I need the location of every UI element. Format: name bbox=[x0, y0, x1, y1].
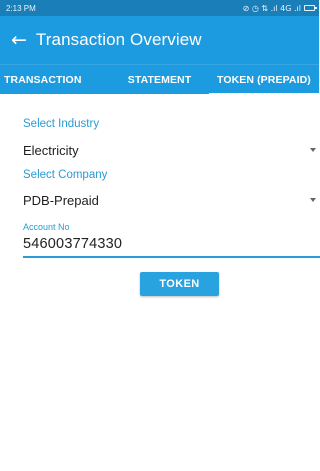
tab-statement[interactable]: STATEMENT bbox=[110, 65, 209, 95]
account-label: Account No bbox=[23, 222, 70, 232]
page-title: Transaction Overview bbox=[35, 30, 202, 49]
industry-value: Electricity bbox=[23, 142, 79, 158]
token-button[interactable]: TOKEN bbox=[140, 272, 219, 296]
company-value: PDB-Prepaid bbox=[23, 192, 99, 208]
dropdown-arrow-icon bbox=[310, 148, 316, 152]
dropdown-arrow-icon bbox=[310, 198, 316, 202]
company-select[interactable]: PDB-Prepaid bbox=[23, 187, 320, 213]
tab-bar: TRANSACTION STATEMENT TOKEN (PREPAID) bbox=[0, 64, 319, 95]
account-input-underline bbox=[23, 256, 320, 258]
tab-token-prepaid[interactable]: TOKEN (PREPAID) bbox=[209, 65, 319, 95]
battery-icon bbox=[304, 5, 317, 11]
industry-select[interactable]: Electricity bbox=[23, 137, 320, 163]
status-indicators: ⊘ ◷ ⇅ .ıl 4G .ıl bbox=[242, 3, 301, 13]
arrow-left-icon[interactable]: ← bbox=[11, 30, 27, 50]
status-bar: 2:13 PM ⊘ ◷ ⇅ .ıl 4G .ıl bbox=[0, 0, 319, 16]
industry-label: Select Industry bbox=[23, 118, 100, 130]
status-time: 2:13 PM bbox=[6, 3, 36, 13]
company-label: Select Company bbox=[23, 169, 108, 181]
tab-transaction[interactable]: TRANSACTION bbox=[0, 65, 110, 95]
status-icons: ⊘ ◷ ⇅ .ıl 4G .ıl bbox=[242, 3, 317, 13]
app-bar: ← Transaction Overview bbox=[0, 16, 319, 64]
account-number-input[interactable] bbox=[23, 232, 320, 256]
